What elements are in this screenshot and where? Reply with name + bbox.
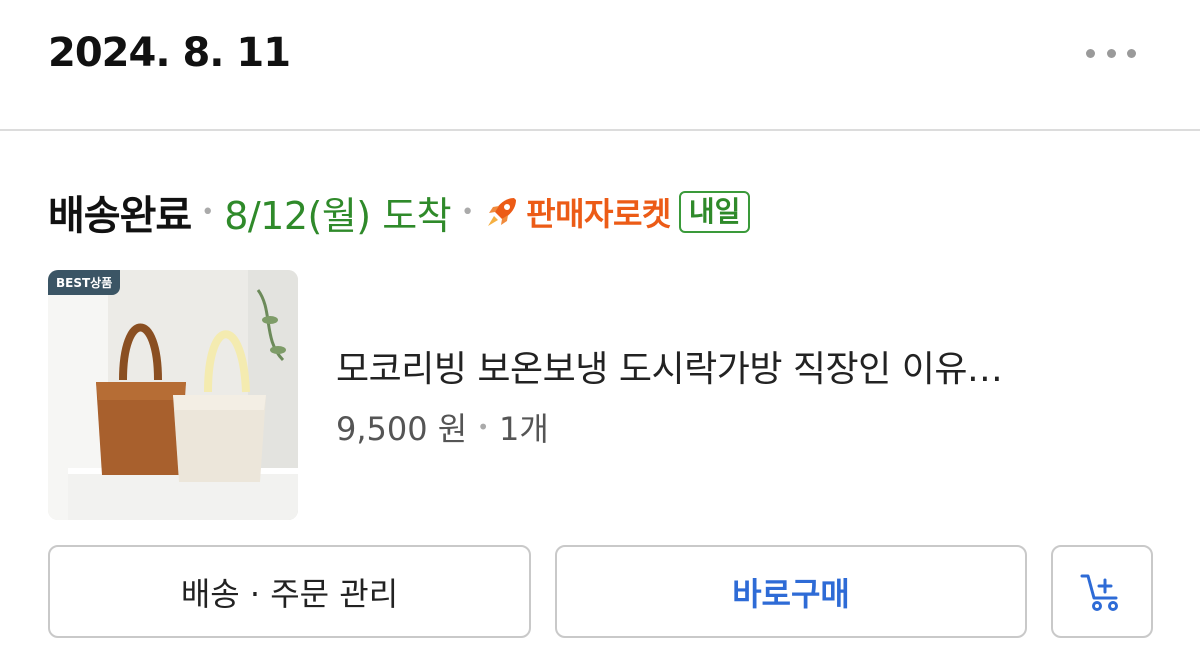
best-product-tag: BEST상품: [48, 270, 121, 295]
arrival-date: 8/12(월) 도착: [224, 193, 452, 238]
product-price: 9,500 원: [336, 410, 468, 448]
product-thumbnail[interactable]: BEST상품: [48, 270, 298, 520]
separator-dot: •: [201, 199, 215, 225]
bag-image: [48, 270, 298, 520]
order-date: 2024. 8. 11: [48, 30, 291, 76]
seller-rocket-label: 판매자로켓: [526, 195, 671, 233]
price-quantity-line: 9,500 원 • 1개: [336, 404, 549, 450]
delivery-status: 배송완료: [48, 193, 192, 239]
order-header: 2024. 8. 11: [0, 0, 1200, 130]
manage-button-label: 배송 · 주문 관리: [180, 574, 399, 613]
more-dot: [1106, 48, 1116, 58]
add-to-cart-button[interactable]: [1051, 545, 1153, 638]
rocket-icon: [488, 198, 517, 226]
delivery-badge: 내일: [678, 191, 751, 233]
delivery-status-row: 배송완료 • 8/12(월) 도착 • 판매자로켓 내일: [48, 186, 751, 239]
more-dot: [1086, 48, 1095, 58]
product-quantity: 1개: [499, 410, 549, 448]
separator-dot: •: [477, 415, 490, 439]
more-options-icon[interactable]: [1086, 46, 1136, 60]
product-title[interactable]: 모코리빙 보온보냉 도시락가방 직장인 이유…: [336, 340, 1003, 392]
separator-dot: •: [461, 199, 475, 225]
delivery-order-manage-button[interactable]: 배송 · 주문 관리: [48, 545, 531, 638]
buy-now-button[interactable]: 바로구매: [555, 545, 1027, 638]
buy-button-label: 바로구매: [732, 574, 850, 613]
more-dot: [1127, 48, 1136, 58]
add-to-cart-icon: [1080, 574, 1118, 611]
divider: [0, 129, 1200, 131]
